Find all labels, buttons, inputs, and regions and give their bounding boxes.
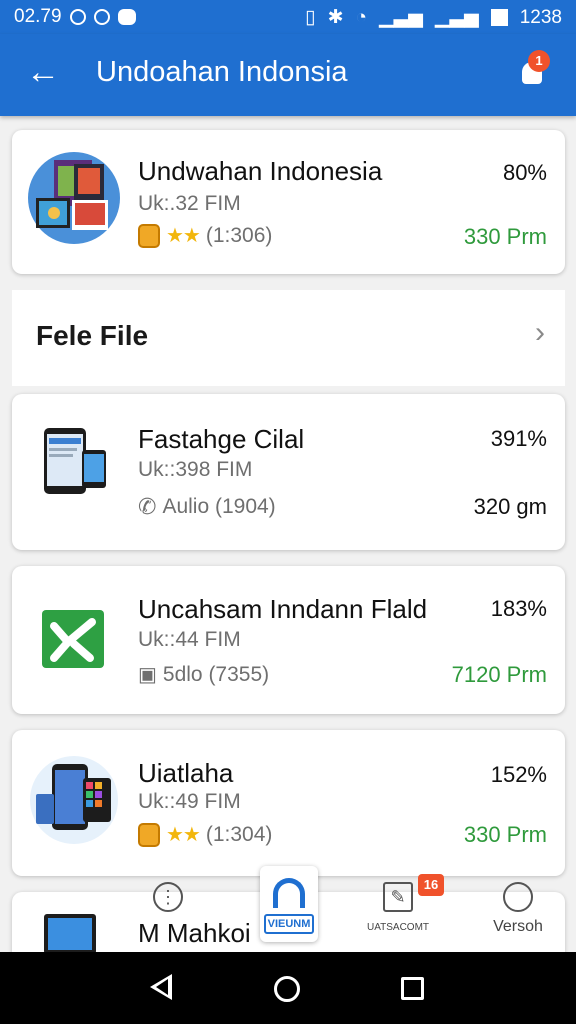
- item-meta-text: 5dlo (7355): [162, 662, 270, 686]
- status-clock: 1238: [519, 6, 562, 28]
- status-time: 02.79: [14, 6, 62, 27]
- item-name: Uncahsam Inndann Flald: [138, 594, 428, 624]
- list-item[interactable]: Fastahge Cilal Uk::398 FIM ✆ Aulio (1904…: [12, 394, 565, 550]
- app-icon: [93, 9, 110, 25]
- signal-icon: ▁▃▅: [379, 7, 423, 28]
- tablet-phone-icon: [44, 428, 106, 494]
- item-meta: ▣ 5dlo (7355): [138, 662, 269, 687]
- list-item[interactable]: Uiatlaha Uk::49 FIM ★★ (1:304) 152% 330 …: [12, 730, 565, 876]
- item-percent: 183%: [490, 596, 547, 621]
- nav-profile-label: Versoh: [493, 918, 543, 935]
- battery-icon: [490, 9, 508, 26]
- phone-icon: ✆: [138, 494, 157, 519]
- featured-thumbnail-icon: [28, 152, 120, 244]
- nav-edit-label: UATSACOMT: [366, 922, 430, 933]
- bluetooth-icon: ✱: [327, 7, 344, 28]
- item-name: Uiatlaha: [138, 758, 234, 788]
- chevron-right-icon: ›: [535, 316, 545, 349]
- notification-button[interactable]: 1: [516, 50, 552, 94]
- system-back-icon[interactable]: [150, 974, 172, 1000]
- item-name: Fastahge Cilal: [138, 424, 305, 454]
- list-item[interactable]: Uncahsam Inndann Flald Uk::44 FIM ▣ 5dlo…: [12, 566, 565, 714]
- medal-icon: [138, 822, 160, 847]
- star-icon: ★★: [166, 225, 201, 247]
- headphones-icon: [273, 878, 305, 908]
- section-header[interactable]: Fele File ›: [12, 290, 565, 386]
- sync-icon: [69, 9, 86, 25]
- nav-edit-badge: 16: [418, 874, 444, 896]
- notification-icon: [117, 9, 136, 25]
- item-size: Uk::44 FIM: [138, 628, 241, 651]
- section-title: Fele File: [36, 320, 149, 351]
- system-nav-bar: [0, 952, 576, 1024]
- page-title: Undoahan Indonsia: [96, 56, 348, 88]
- phone-apps-icon: [30, 756, 118, 844]
- featured-name: Undwahan Indonesia: [138, 156, 383, 186]
- item-meta: ★★ (1:304): [138, 822, 272, 847]
- nav-more[interactable]: ⋮: [128, 870, 208, 952]
- content-area: Undwahan Indonesia Uk:.32 FIM ★★ (1:306)…: [0, 116, 576, 952]
- item-size: Uk::49 FIM: [138, 790, 241, 813]
- item-size: Uk::398 FIM: [138, 458, 253, 481]
- item-meta-text: (1:304): [205, 822, 273, 846]
- featured-rating-count: (1:306): [205, 223, 273, 247]
- save-icon: ▣: [138, 664, 157, 686]
- item-percent: 152%: [490, 762, 547, 787]
- notification-badge: 1: [528, 50, 550, 72]
- item-meta-text: Aulio (1904): [162, 495, 276, 518]
- wifi-icon: ◔: [355, 6, 368, 28]
- more-vertical-icon: ⋮: [153, 882, 183, 912]
- status-bar: 02.79 ▯ ✱ ◔ ▁▃▅ ▁▃▅ 1238: [0, 0, 576, 34]
- item-amount: 320 gm: [473, 494, 547, 519]
- bottom-nav: ⋮ VIEUNM ✎ UATSACOMT 16 Versoh: [0, 866, 576, 952]
- edit-icon: ✎: [383, 882, 413, 912]
- arrow-left-icon: ←: [26, 53, 60, 91]
- featured-card[interactable]: Undwahan Indonesia Uk:.32 FIM ★★ (1:306)…: [12, 130, 565, 274]
- item-amount: 7120 Prm: [451, 662, 547, 687]
- nav-listen-label: VIEUNM: [264, 914, 314, 934]
- system-recents-icon[interactable]: [401, 977, 424, 1000]
- nav-profile[interactable]: Versoh: [478, 870, 558, 952]
- spreadsheet-app-icon: [42, 610, 104, 668]
- back-button[interactable]: ←: [26, 52, 66, 92]
- item-meta: ✆ Aulio (1904): [138, 494, 276, 520]
- signal-2-icon: ▁▃▅: [434, 7, 479, 28]
- star-icon: ★★: [166, 824, 201, 846]
- featured-size: Uk:.32 FIM: [138, 192, 241, 215]
- item-percent: 391%: [490, 426, 547, 451]
- featured-amount: 330 Prm: [463, 224, 547, 249]
- medal-icon: [138, 223, 160, 248]
- vibrate-icon: ▯: [305, 7, 316, 28]
- app-bar: ← Undoahan Indonsia 1: [0, 34, 576, 116]
- user-icon: [503, 882, 533, 912]
- featured-percent: 80%: [502, 160, 547, 185]
- system-home-icon[interactable]: [274, 976, 300, 1002]
- item-amount: 330 Prm: [463, 822, 547, 847]
- nav-listen[interactable]: VIEUNM: [260, 866, 318, 942]
- featured-rating: ★★ (1:306): [138, 223, 272, 248]
